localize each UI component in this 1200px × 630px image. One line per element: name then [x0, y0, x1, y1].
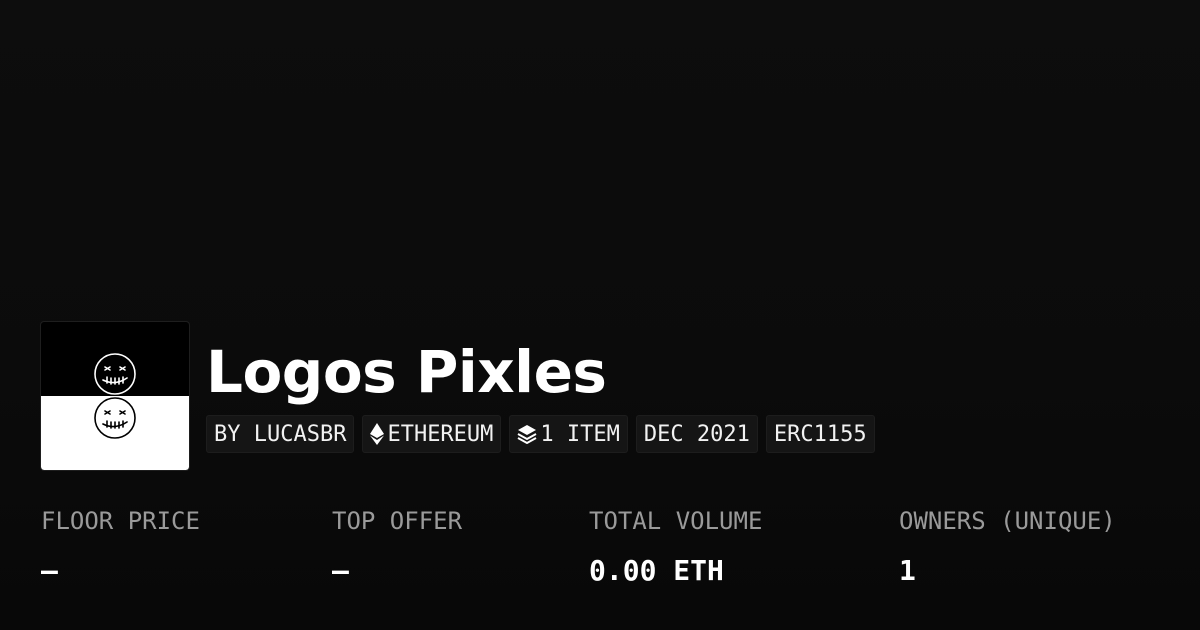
stat-value: —: [41, 554, 58, 587]
stat-value: 1: [899, 554, 916, 587]
stat-value: —: [332, 554, 349, 587]
collection-logo: [40, 321, 190, 471]
collection-title: Logos Pixles: [206, 338, 607, 406]
creator-label: BY LUCASBR: [214, 421, 347, 447]
stat-label: OWNERS (UNIQUE): [899, 507, 1116, 535]
standard-label: ERC1155: [773, 421, 867, 447]
stat-owners: OWNERS (UNIQUE) 1: [899, 505, 1116, 587]
chain-tag: ETHEREUM: [362, 415, 502, 453]
stat-label: TOTAL VOLUME: [589, 507, 763, 535]
stat-top-offer: TOP OFFER —: [332, 505, 462, 587]
smiley-face-icon: [41, 322, 189, 470]
date-label: DEC 2021: [643, 421, 750, 447]
creator-tag[interactable]: BY LUCASBR: [206, 415, 355, 453]
items-tag: 1 ITEM: [509, 415, 628, 453]
items-label: 1 ITEM: [540, 421, 620, 447]
stat-floor-price: FLOOR PRICE —: [41, 505, 200, 587]
ethereum-icon: [370, 423, 385, 445]
stat-value: 0.00 ETH: [589, 554, 724, 587]
stat-total-volume: TOTAL VOLUME 0.00 ETH: [589, 505, 762, 587]
stat-label: FLOOR PRICE: [41, 507, 200, 535]
chain-label: ETHEREUM: [387, 421, 494, 447]
standard-tag: ERC1155: [765, 415, 875, 453]
collection-tags: BY LUCASBR ETHEREUM 1 ITEM DEC 2021 ERC1…: [206, 415, 875, 453]
layers-icon: [517, 424, 537, 444]
stat-label: TOP OFFER: [332, 507, 463, 535]
date-tag: DEC 2021: [635, 415, 758, 453]
